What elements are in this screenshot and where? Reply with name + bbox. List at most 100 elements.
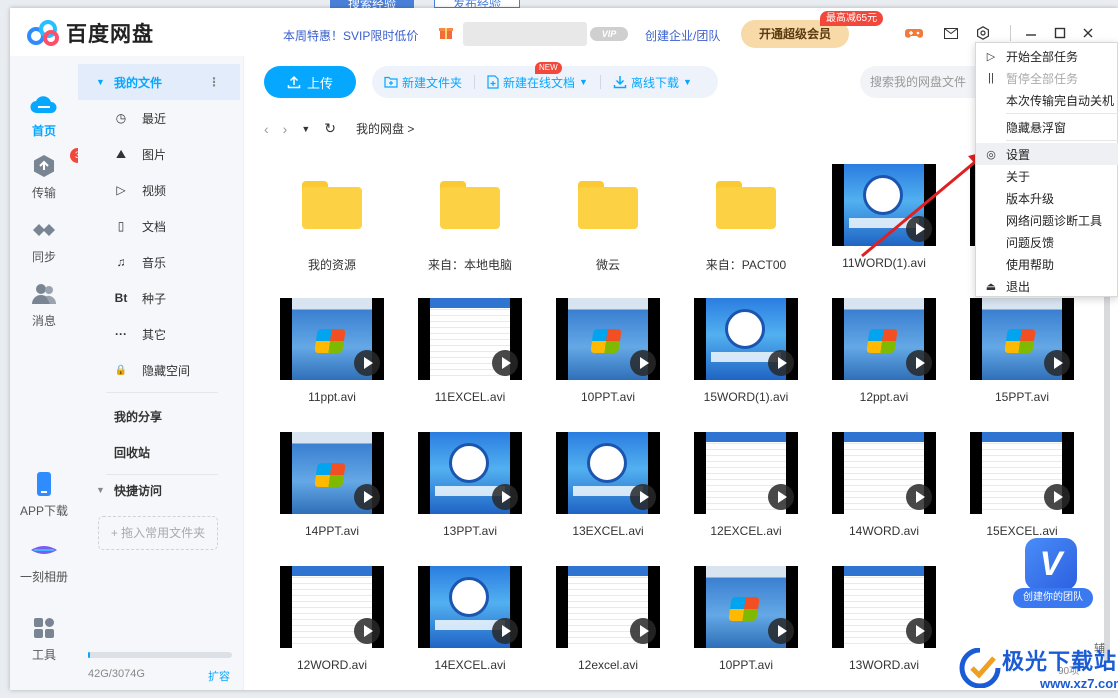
play-icon[interactable] — [354, 618, 380, 644]
file-thumbnail — [418, 164, 522, 246]
offline-download-button[interactable]: 离线下载 ▼ — [601, 74, 704, 91]
play-icon[interactable] — [906, 350, 932, 376]
sidebar-item-documents[interactable]: ▯ 文档 — [78, 208, 240, 244]
create-enterprise-link[interactable]: 创建企业/团队 — [645, 27, 720, 44]
sidebar-item-other[interactable]: ··· 其它 — [78, 316, 240, 352]
sidebar-item-hidden-space[interactable]: 🔒 隐藏空间 — [78, 352, 240, 388]
play-icon[interactable] — [630, 484, 656, 510]
breadcrumb-root[interactable]: 我的网盘 > — [356, 120, 414, 137]
play-icon[interactable] — [630, 350, 656, 376]
menu-item[interactable]: 使用帮助 — [976, 253, 1118, 275]
upload-button[interactable]: 上传 — [264, 66, 356, 98]
nav-album[interactable]: 一刻相册 — [10, 536, 78, 585]
play-icon[interactable] — [354, 484, 380, 510]
menu-item[interactable]: 网络问题诊断工具 — [976, 209, 1118, 231]
folder-item[interactable]: 微云 — [548, 164, 668, 273]
new-online-doc-button[interactable]: 新建在线文档 ▼ NEW — [475, 61, 600, 91]
nav-tools[interactable]: 工具 — [10, 614, 78, 663]
play-icon[interactable] — [492, 350, 518, 376]
video-file-item[interactable]: 12EXCEL.avi — [686, 432, 806, 538]
play-icon[interactable] — [492, 484, 518, 510]
sidebar-item-images[interactable]: ⛰ 图片 — [78, 136, 240, 172]
sidebar-quick-access[interactable]: ▼ 快捷访问 — [78, 472, 240, 508]
file-name: 10PPT.avi — [580, 390, 636, 404]
menu-item[interactable]: ⏏ 退出 — [976, 275, 1118, 297]
menu-item[interactable]: 关于 — [976, 165, 1118, 187]
nav-sync[interactable]: 同步 — [10, 216, 78, 265]
play-icon[interactable] — [354, 350, 380, 376]
folder-item[interactable]: 我的资源 — [272, 164, 392, 273]
video-file-item[interactable]: 11EXCEL.avi — [410, 298, 530, 404]
minimize-icon[interactable] — [1022, 24, 1040, 42]
game-icon[interactable] — [905, 24, 923, 42]
new-folder-button[interactable]: 新建文件夹 — [372, 74, 474, 91]
expand-storage-link[interactable]: 扩容 — [208, 668, 230, 684]
play-icon[interactable] — [906, 216, 932, 242]
video-file-item[interactable]: 14EXCEL.avi — [410, 566, 530, 672]
nav-messages[interactable]: 消息 — [10, 280, 78, 329]
menu-item[interactable]: ◎ 设置 — [976, 143, 1118, 165]
close-icon[interactable] — [1079, 24, 1097, 42]
history-dropdown-icon[interactable]: ▼ — [301, 124, 310, 134]
file-thumbnail — [694, 432, 798, 514]
storage-usage: 42G/3074G — [88, 668, 145, 680]
video-file-item[interactable]: 14WORD.avi — [824, 432, 944, 538]
gift-icon[interactable] — [438, 24, 454, 40]
folder-item[interactable]: 来自：PACT00 — [686, 164, 806, 273]
menu-item[interactable]: 问题反馈 — [976, 231, 1118, 253]
nav-home[interactable]: 首页 — [10, 90, 78, 139]
forward-icon[interactable]: › — [283, 121, 288, 137]
video-file-item[interactable]: 15WORD(1).avi — [686, 298, 806, 404]
menu-item[interactable]: ▷ 开始全部任务 — [976, 45, 1118, 67]
video-file-item[interactable]: 12WORD.avi — [272, 566, 392, 672]
menu-item[interactable]: 本次传输完自动关机 — [976, 89, 1118, 111]
play-icon[interactable] — [1044, 484, 1070, 510]
vertical-scrollbar[interactable] — [1104, 242, 1110, 662]
refresh-icon[interactable]: ↻ — [324, 120, 336, 137]
folder-item[interactable]: 来自：本地电脑 — [410, 164, 530, 273]
play-icon[interactable] — [630, 618, 656, 644]
promo-link[interactable]: 本周特惠！SVIP限时低价 — [283, 27, 418, 44]
video-file-item[interactable]: 15EXCEL.avi — [962, 432, 1082, 538]
sidebar-item-torrent[interactable]: Bt 种子 — [78, 280, 240, 316]
video-file-item[interactable]: 15PPT.avi — [962, 298, 1082, 404]
video-file-item[interactable]: 14PPT.avi — [272, 432, 392, 538]
video-file-item[interactable]: 10PPT.avi — [548, 298, 668, 404]
play-icon[interactable] — [768, 484, 794, 510]
mail-icon[interactable] — [942, 24, 960, 42]
play-icon[interactable] — [768, 350, 794, 376]
play-icon[interactable] — [906, 618, 932, 644]
video-file-item[interactable]: 10PPT.avi — [686, 566, 806, 672]
menu-item[interactable]: 版本升级 — [976, 187, 1118, 209]
menu-item[interactable]: 隐藏悬浮窗 — [976, 116, 1118, 138]
settings-gear-icon[interactable] — [974, 24, 992, 42]
nav-transfer[interactable]: 3 传输 — [10, 148, 85, 201]
sidebar-item-music[interactable]: ♫ 音乐 — [78, 244, 240, 280]
username-blurred[interactable] — [463, 22, 587, 46]
sidebar-my-files[interactable]: ▼ 我的文件 ⋮ — [78, 64, 240, 100]
create-team-widget[interactable]: V 创建你的团队 — [1013, 538, 1093, 608]
search-input[interactable]: 搜索我的网盘文件 — [860, 66, 990, 98]
video-file-item[interactable]: 12excel.avi — [548, 566, 668, 672]
sidebar-my-share[interactable]: 我的分享 — [78, 398, 240, 434]
video-file-item[interactable]: 11WORD(1).avi — [824, 164, 944, 270]
sidebar-item-videos[interactable]: ▷ 视频 — [78, 172, 240, 208]
play-icon[interactable] — [768, 618, 794, 644]
file-name: 14EXCEL.avi — [434, 658, 506, 672]
back-icon[interactable]: ‹ — [264, 121, 269, 137]
vip-badge[interactable]: VIP — [590, 27, 628, 41]
drop-folder-zone[interactable]: + 拖入常用文件夹 — [98, 516, 218, 550]
more-vertical-icon[interactable]: ⋮ — [208, 75, 220, 89]
play-icon[interactable] — [492, 618, 518, 644]
sidebar-item-recent[interactable]: ◷ 最近 — [78, 100, 240, 136]
maximize-icon[interactable] — [1051, 24, 1069, 42]
sidebar-recycle-bin[interactable]: 回收站 — [78, 434, 240, 470]
play-icon[interactable] — [906, 484, 932, 510]
nav-app-download[interactable]: APP下载 — [10, 470, 78, 519]
play-icon[interactable] — [1044, 350, 1070, 376]
video-file-item[interactable]: 13EXCEL.avi — [548, 432, 668, 538]
video-file-item[interactable]: 11ppt.avi — [272, 298, 392, 404]
video-file-item[interactable]: 13PPT.avi — [410, 432, 530, 538]
video-file-item[interactable]: 13WORD.avi — [824, 566, 944, 672]
video-file-item[interactable]: 12ppt.avi — [824, 298, 944, 404]
